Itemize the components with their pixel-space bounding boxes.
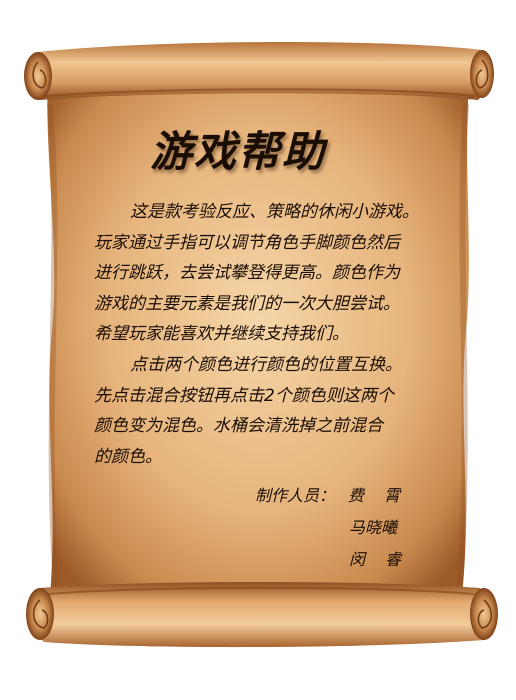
help-text-line: 玩家通过手指可以调节角色手脚颜色然后 bbox=[94, 232, 400, 253]
credit-name: 费 霄 bbox=[348, 486, 403, 505]
help-text-line: 这是款考验反应、策略的休闲小游戏。 bbox=[130, 202, 419, 222]
help-text-line: 进行跳跃，去尝试攀登得更高。颜色作为 bbox=[94, 263, 400, 283]
help-text-line: 希望玩家能喜欢并继续支持我们。 bbox=[94, 324, 349, 344]
help-text-line: 颜色变为混色。水桶会清洗掉之前混合 bbox=[94, 416, 383, 436]
credit-name: 闵 睿 bbox=[349, 550, 404, 569]
credit-name: 马晓曦 bbox=[349, 518, 398, 537]
help-text-line: 先点击混合按钮再点击2个颜色则这两个 bbox=[94, 385, 394, 406]
page-title: 游戏帮助 bbox=[150, 127, 327, 176]
help-text-line: 点击两个颜色进行颜色的位置互换。 bbox=[130, 355, 402, 375]
help-paragraph-controls: 点击两个颜色进行颜色的位置互换。 先点击混合按钮再点击2个颜色则这两个 颜色变为… bbox=[94, 350, 454, 472]
help-text-line: 游戏的主要元素是我们的一次大胆尝试。 bbox=[94, 293, 400, 314]
help-text-line: 的颜色。 bbox=[94, 446, 162, 467]
help-paragraph-intro: 这是款考验反应、策略的休闲小游戏。 玩家通过手指可以调节角色手脚颜色然后 进行跳… bbox=[94, 197, 454, 350]
credits-label: 制作人员： bbox=[255, 486, 336, 505]
